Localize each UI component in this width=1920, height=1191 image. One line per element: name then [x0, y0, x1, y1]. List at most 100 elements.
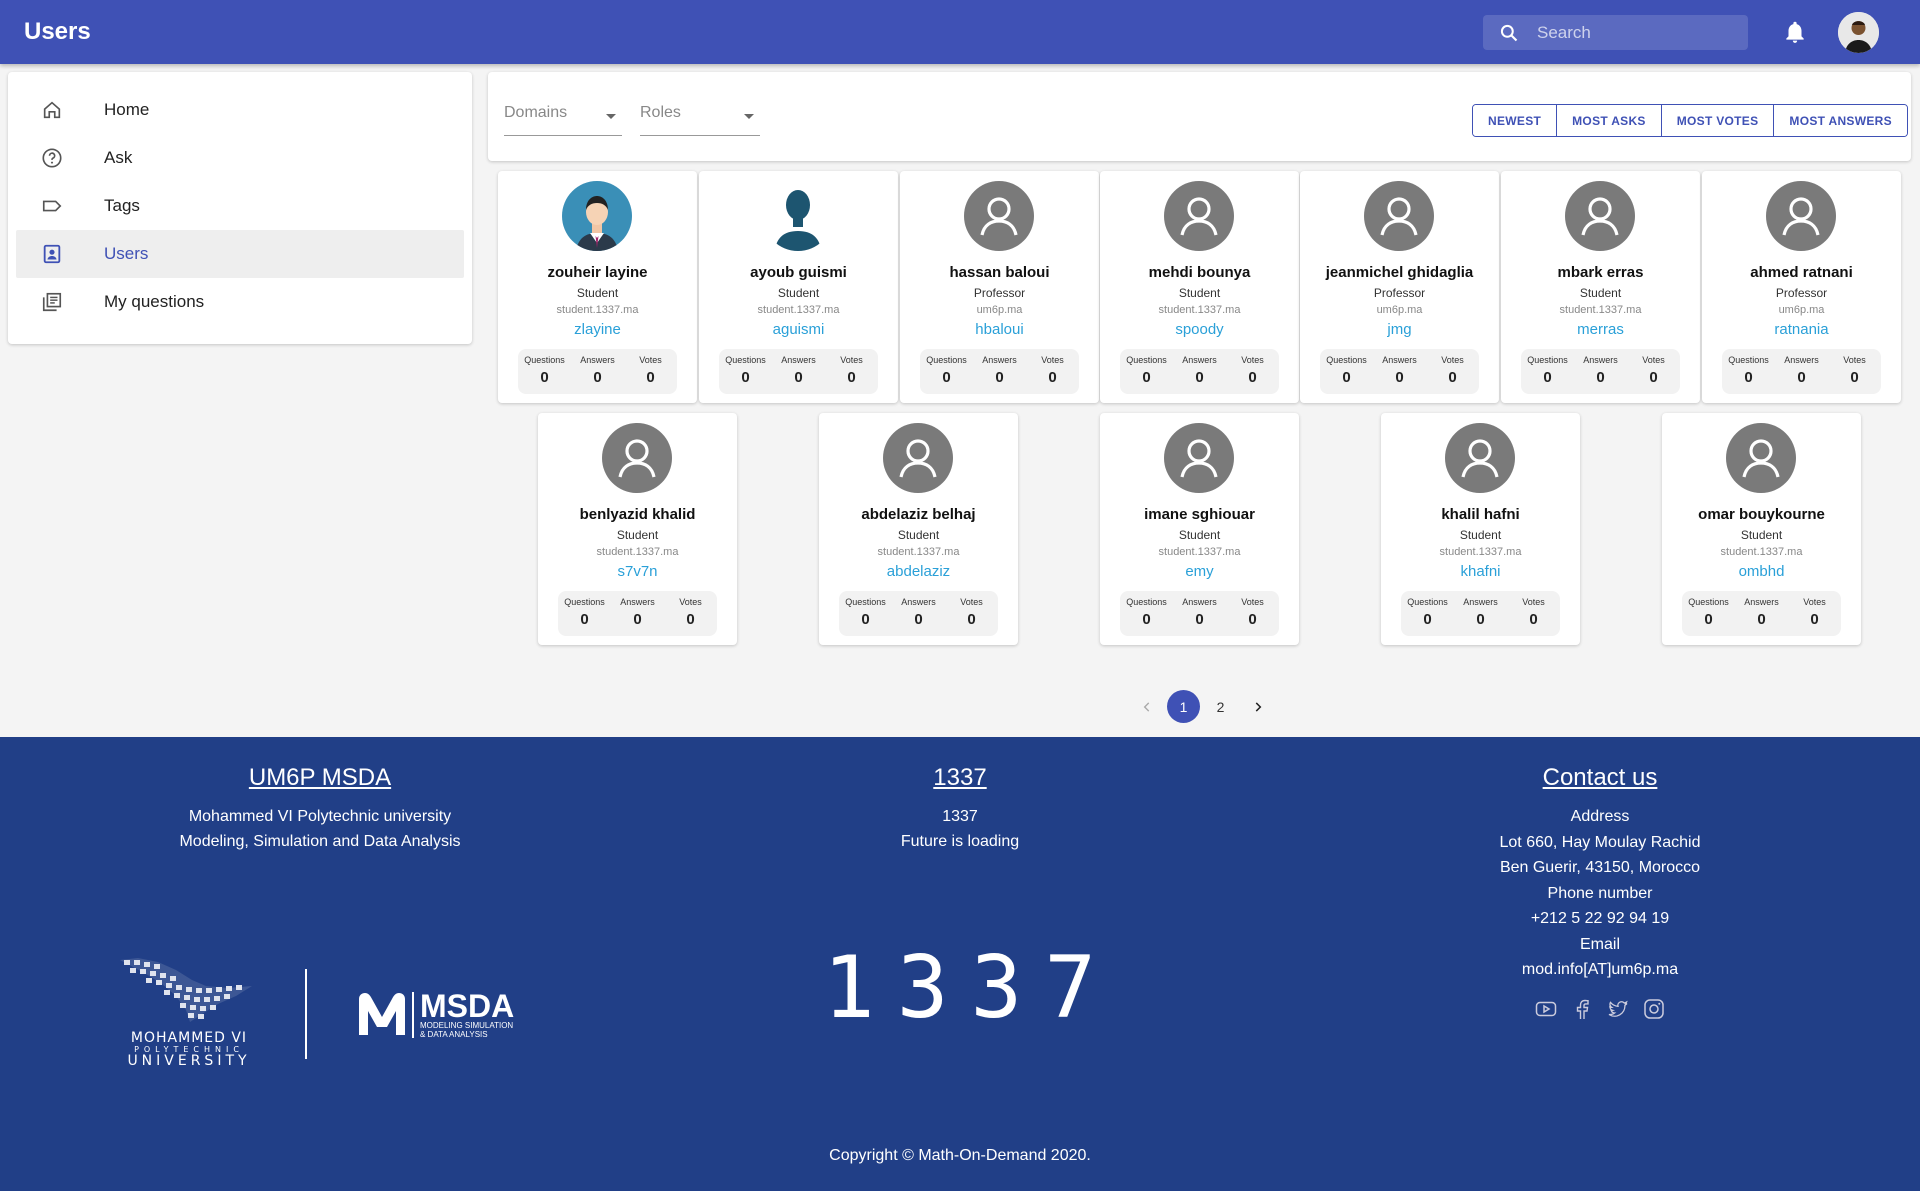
domains-select[interactable]: Domains [504, 104, 622, 136]
stat-value-questions: 0 [540, 369, 549, 386]
user-card[interactable]: omar bouykourne Student student.1337.ma … [1662, 413, 1861, 645]
user-stats: Questions 0 Answers 0 Votes 0 [1722, 349, 1881, 394]
user-role: Student [1178, 286, 1221, 300]
stat-label-answers: Answers [901, 597, 936, 607]
stat-label-questions: Questions [524, 355, 565, 365]
user-domain: student.1337.ma [757, 304, 840, 316]
stat-label-answers: Answers [1182, 597, 1217, 607]
sidebar-item-home[interactable]: Home [16, 86, 464, 134]
stat-label-votes: Votes [1522, 597, 1545, 607]
stat-label-answers: Answers [1382, 355, 1417, 365]
user-username-link[interactable]: aguismi [699, 321, 898, 338]
next-page-button[interactable] [1241, 690, 1274, 723]
user-username-link[interactable]: merras [1501, 321, 1700, 338]
user-username-link[interactable]: khafni [1381, 563, 1580, 580]
sort-most-votes-button[interactable]: MOST VOTES [1661, 105, 1775, 136]
user-domain: um6p.ma [1778, 304, 1825, 316]
sort-button-group: NEWEST MOST ASKS MOST VOTES MOST ANSWERS [1472, 104, 1908, 137]
page-2-button[interactable]: 2 [1204, 690, 1237, 723]
user-username-link[interactable]: hbaloui [900, 321, 1099, 338]
stat-value-votes: 0 [847, 369, 856, 386]
user-avatar[interactable] [1838, 12, 1879, 53]
user-name: hassan baloui [949, 264, 1050, 281]
previous-page-button[interactable] [1130, 690, 1163, 723]
user-username-link[interactable]: abdelaziz [819, 563, 1018, 580]
search-box[interactable] [1483, 15, 1748, 50]
stat-value-votes: 0 [1248, 611, 1257, 628]
stat-value-answers: 0 [1476, 611, 1485, 628]
stat-value-votes: 0 [646, 369, 655, 386]
sidebar-item-tags[interactable]: Tags [16, 182, 464, 230]
user-name: zouheir layine [547, 264, 648, 281]
user-username-link[interactable]: ombhd [1662, 563, 1861, 580]
library-books-icon [42, 292, 62, 312]
user-name: imane sghiouar [1144, 506, 1255, 523]
footer-um6p-title[interactable]: UM6P MSDA [120, 764, 520, 792]
sort-newest-button[interactable]: NEWEST [1473, 105, 1558, 136]
sidebar-item-users[interactable]: Users [16, 230, 464, 278]
footer-1337-line1: 1337 [942, 808, 978, 825]
user-username-link[interactable]: spoody [1100, 321, 1299, 338]
facebook-icon[interactable] [1570, 997, 1594, 1021]
youtube-icon[interactable] [1534, 997, 1558, 1021]
user-card[interactable]: khalil hafni Student student.1337.ma kha… [1381, 413, 1580, 645]
user-card[interactable]: jeanmichel ghidaglia Professor um6p.ma j… [1300, 171, 1499, 403]
footer-1337-line2: Future is loading [900, 833, 1020, 850]
user-username-link[interactable]: s7v7n [538, 563, 737, 580]
sort-most-answers-button[interactable]: MOST ANSWERS [1774, 105, 1907, 136]
user-stats: Questions 0 Answers 0 Votes 0 [1320, 349, 1479, 394]
roles-select[interactable]: Roles [640, 104, 760, 136]
dropdown-arrow-icon [606, 114, 616, 119]
stat-value-votes: 0 [967, 611, 976, 628]
stat-label-votes: Votes [960, 597, 983, 607]
search-input[interactable] [1537, 22, 1737, 43]
user-stats: Questions 0 Answers 0 Votes 0 [1120, 591, 1279, 636]
user-role: Professor [1775, 286, 1828, 300]
twitter-icon[interactable] [1606, 997, 1630, 1021]
user-name: mehdi bounya [1148, 264, 1251, 281]
stat-value-votes: 0 [1448, 369, 1457, 386]
instagram-icon[interactable] [1642, 997, 1666, 1021]
stat-value-answers: 0 [1797, 369, 1806, 386]
user-username-link[interactable]: zlayine [498, 321, 697, 338]
user-card[interactable]: ayoub guismi Student student.1337.ma agu… [699, 171, 898, 403]
user-username-link[interactable]: ratnania [1702, 321, 1901, 338]
man-in-suit-avatar [562, 181, 632, 251]
user-card[interactable]: mbark erras Student student.1337.ma merr… [1501, 171, 1700, 403]
user-domain: student.1337.ma [877, 546, 960, 558]
sort-most-asks-button[interactable]: MOST ASKS [1557, 105, 1662, 136]
sidebar-item-label: Tags [104, 196, 140, 215]
user-card[interactable]: zouheir layine Student student.1337.ma z… [498, 171, 697, 403]
user-card[interactable]: benlyazid khalid Student student.1337.ma… [538, 413, 737, 645]
user-stats: Questions 0 Answers 0 Votes 0 [1682, 591, 1841, 636]
generic-user-avatar [1445, 423, 1515, 493]
stat-value-answers: 0 [593, 369, 602, 386]
stat-value-votes: 0 [1810, 611, 1819, 628]
footer-contact-title[interactable]: Contact us [1440, 764, 1760, 792]
user-card[interactable]: hassan baloui Professor um6p.ma hbaloui … [900, 171, 1099, 403]
notification-bell-icon[interactable] [1782, 19, 1808, 45]
stat-value-questions: 0 [1142, 369, 1151, 386]
footer-1337-title[interactable]: 1337 [810, 764, 1110, 792]
chevron-right-icon [1255, 701, 1261, 712]
generic-user-avatar [1164, 181, 1234, 251]
user-name: abdelaziz belhaj [861, 506, 976, 523]
sidebar-item-my-questions[interactable]: My questions [16, 278, 464, 326]
page-1-button[interactable]: 1 [1167, 690, 1200, 723]
stat-value-questions: 0 [1543, 369, 1552, 386]
search-icon [1500, 24, 1518, 41]
stat-label-votes: Votes [1041, 355, 1064, 365]
stat-label-questions: Questions [926, 355, 967, 365]
sidebar-item-label: Users [104, 244, 149, 263]
user-card[interactable]: imane sghiouar Student student.1337.ma e… [1100, 413, 1299, 645]
user-card[interactable]: mehdi bounya Student student.1337.ma spo… [1100, 171, 1299, 403]
user-role: Student [1178, 528, 1221, 542]
sidebar-item-ask[interactable]: Ask [16, 134, 464, 182]
user-card[interactable]: ahmed ratnani Professor um6p.ma ratnania… [1702, 171, 1901, 403]
footer-um6p-line1: Mohammed VI Polytechnic university [188, 808, 452, 825]
user-username-link[interactable]: emy [1100, 563, 1299, 580]
footer: UM6P MSDA Mohammed VI Polytechnic univer… [0, 737, 1920, 1191]
user-domain: um6p.ma [976, 304, 1023, 316]
user-username-link[interactable]: jmg [1300, 321, 1499, 338]
user-card[interactable]: abdelaziz belhaj Student student.1337.ma… [819, 413, 1018, 645]
